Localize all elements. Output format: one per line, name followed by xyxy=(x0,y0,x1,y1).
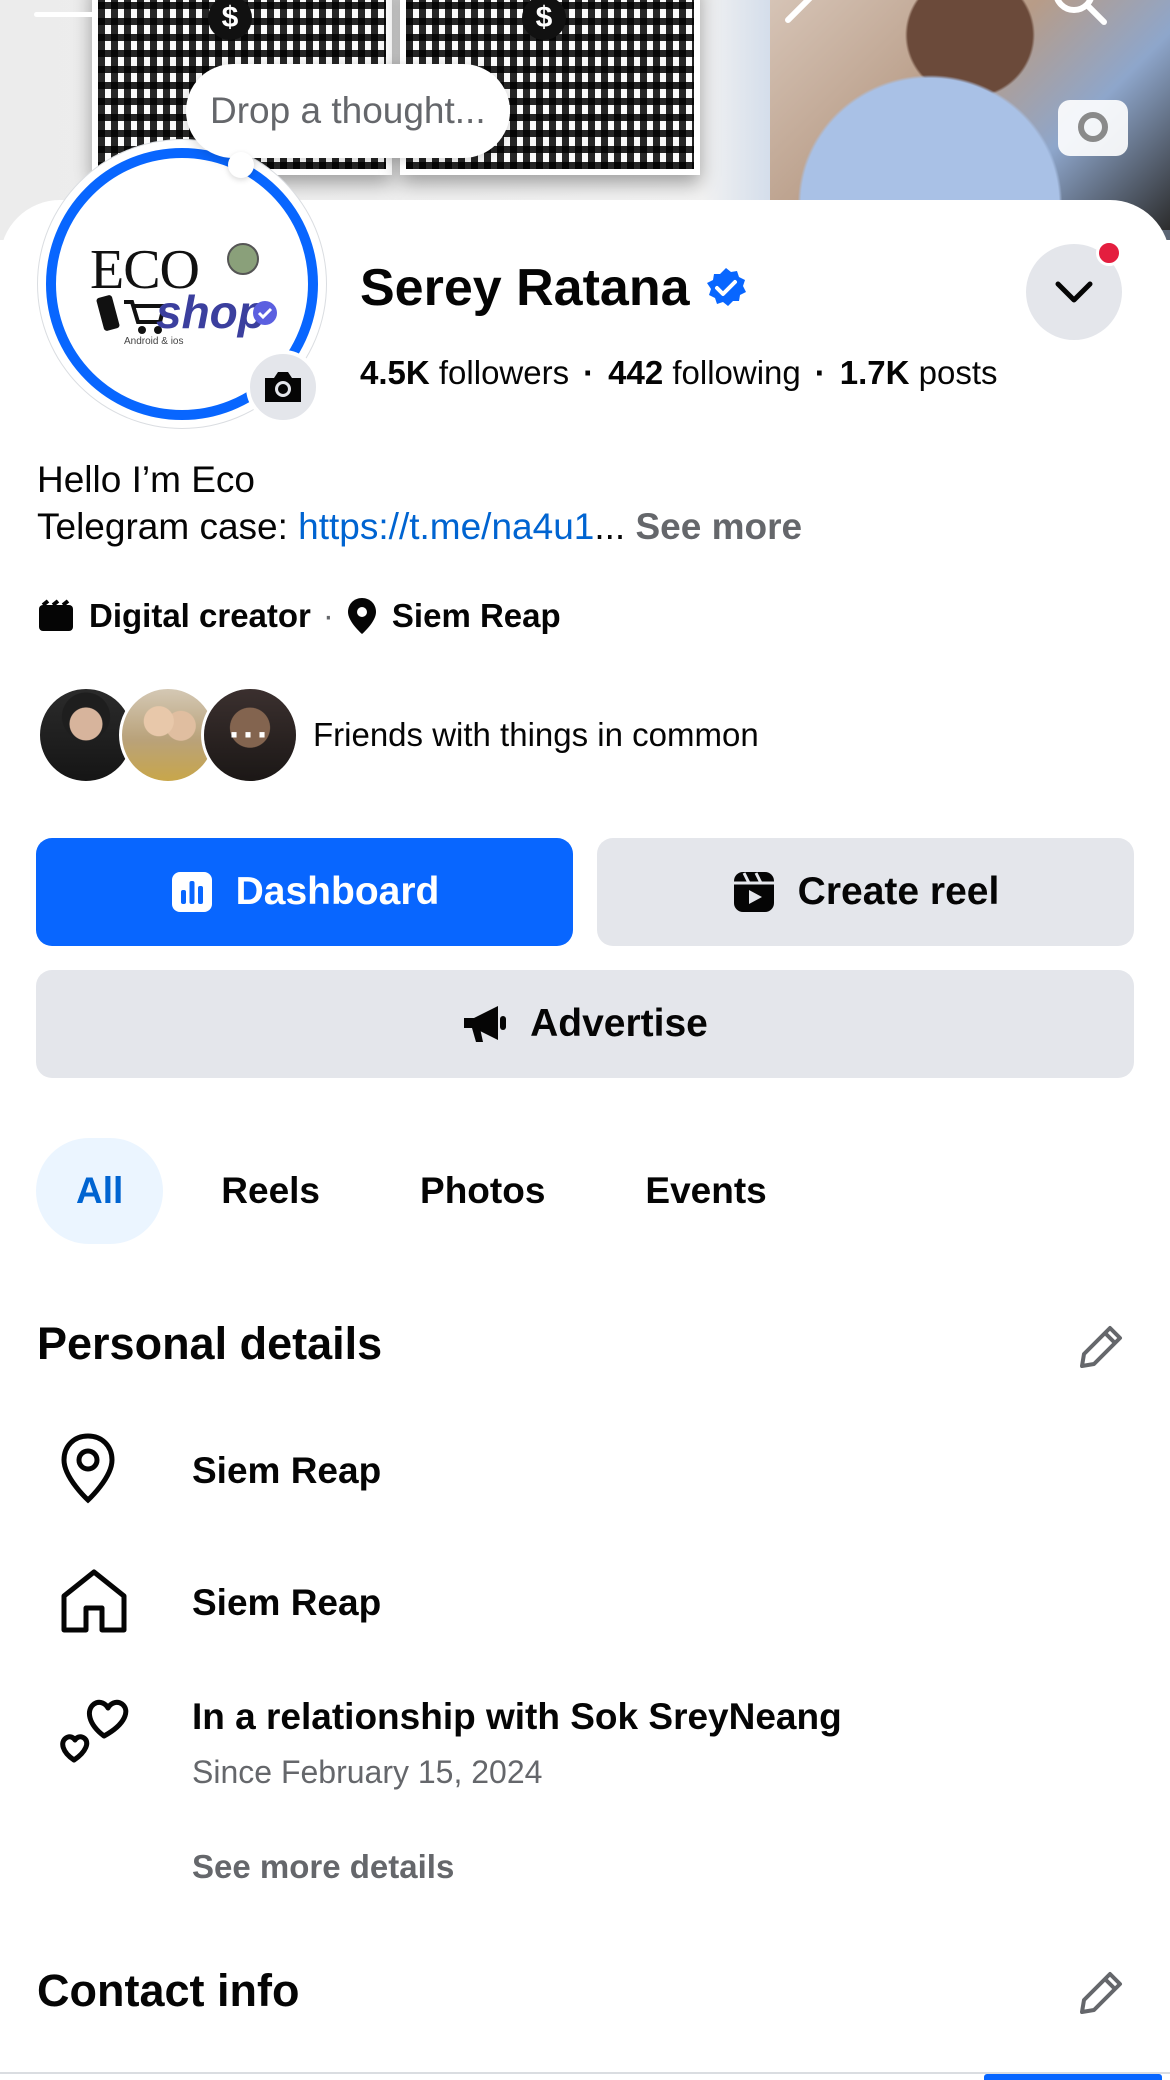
mutual-friends-row[interactable]: ··· Friends with things in common xyxy=(37,686,759,784)
location-pin-icon xyxy=(61,1433,115,1504)
see-more-details-link[interactable]: See more details xyxy=(192,1848,454,1886)
profile-stats: 4.5K followers · 442 following · 1.7K posts xyxy=(360,354,998,391)
back-line-icon[interactable] xyxy=(34,12,96,17)
verified-badge-icon xyxy=(706,268,746,306)
edit-pencil-icon[interactable] xyxy=(1074,1966,1128,2020)
chevron-down-icon xyxy=(1055,281,1093,303)
hearts-icon xyxy=(60,1699,129,1763)
create-reel-label: Create reel xyxy=(797,870,1000,913)
tab-events[interactable]: Events xyxy=(603,1138,808,1244)
location-pin-icon xyxy=(347,598,376,634)
tab-photos[interactable]: Photos xyxy=(378,1138,587,1244)
dashboard-label: Dashboard xyxy=(235,870,440,913)
hometown-text[interactable]: Siem Reap xyxy=(192,1582,381,1624)
relationship-text[interactable]: In a relationship with Sok SreyNeang xyxy=(192,1696,842,1738)
logo-shop-text: shop xyxy=(156,286,266,338)
dashboard-button[interactable]: Dashboard xyxy=(36,838,573,946)
profile-name: Serey Ratana xyxy=(360,259,690,317)
current-city-text[interactable]: Siem Reap xyxy=(192,1450,381,1492)
cover-camera-icon[interactable] xyxy=(1058,100,1128,156)
notification-dot xyxy=(1096,240,1122,266)
advertise-button[interactable]: Advertise xyxy=(36,970,1134,1078)
logo-verified-icon xyxy=(253,301,277,325)
avatar-camera-button[interactable] xyxy=(246,350,320,424)
see-more-link[interactable]: See more xyxy=(635,506,802,547)
profile-name-row: Serey Ratana xyxy=(360,258,748,318)
contact-info-title: Contact info xyxy=(37,1965,300,2016)
tab-reels[interactable]: Reels xyxy=(179,1138,362,1244)
posts-stat[interactable]: 1.7K posts xyxy=(840,354,998,391)
create-reel-button[interactable]: Create reel xyxy=(597,838,1134,946)
reel-icon xyxy=(733,872,774,912)
search-icon[interactable] xyxy=(1044,0,1114,28)
logo-subtext: Android & ios xyxy=(124,336,184,347)
home-icon xyxy=(61,1569,127,1633)
edit-pencil-icon[interactable] xyxy=(780,0,840,24)
thought-bubble-dot xyxy=(228,152,254,178)
followers-stat[interactable]: 4.5K followers xyxy=(360,354,569,391)
dollar-coin-icon: $ xyxy=(522,0,566,40)
friend-avatar[interactable]: ··· xyxy=(201,686,299,784)
edit-pencil-icon[interactable] xyxy=(1074,1320,1128,1374)
dollar-coin-icon: $ xyxy=(208,0,252,40)
bio-line-2: Telegram case: https://t.me/na4u1... See… xyxy=(37,506,803,547)
friends-label: Friends with things in common xyxy=(313,716,759,753)
thought-bubble[interactable]: Drop a thought... xyxy=(186,64,510,158)
tab-all[interactable]: All xyxy=(36,1138,164,1244)
clapperboard-icon xyxy=(39,599,73,631)
personal-details-title: Personal details xyxy=(37,1318,383,1369)
content-tabs: All Reels Photos Events xyxy=(36,1138,825,1244)
megaphone-icon xyxy=(464,1006,507,1042)
more-dots-icon: ··· xyxy=(204,689,296,781)
thought-placeholder: Drop a thought... xyxy=(210,90,486,131)
advertise-label: Advertise xyxy=(530,1002,708,1045)
profile-meta: Digital creator · Siem Reap xyxy=(37,596,561,636)
location-label[interactable]: Siem Reap xyxy=(392,597,561,635)
relationship-since: Since February 15, 2024 xyxy=(192,1754,543,1790)
bio-line-1: Hello I’m Eco xyxy=(37,459,255,500)
profile-bio: Hello I’m Eco Telegram case: https://t.m… xyxy=(37,456,802,550)
bar-chart-icon xyxy=(171,872,212,912)
bottom-tab-indicator xyxy=(984,2074,1162,2080)
logo-globe-icon xyxy=(227,243,259,275)
following-stat[interactable]: 442 following xyxy=(608,354,801,391)
category-label: Digital creator xyxy=(89,597,311,634)
thought-bubble-dot xyxy=(210,180,224,194)
camera-icon xyxy=(265,372,301,402)
telegram-link[interactable]: https://t.me/na4u1 xyxy=(298,506,594,547)
